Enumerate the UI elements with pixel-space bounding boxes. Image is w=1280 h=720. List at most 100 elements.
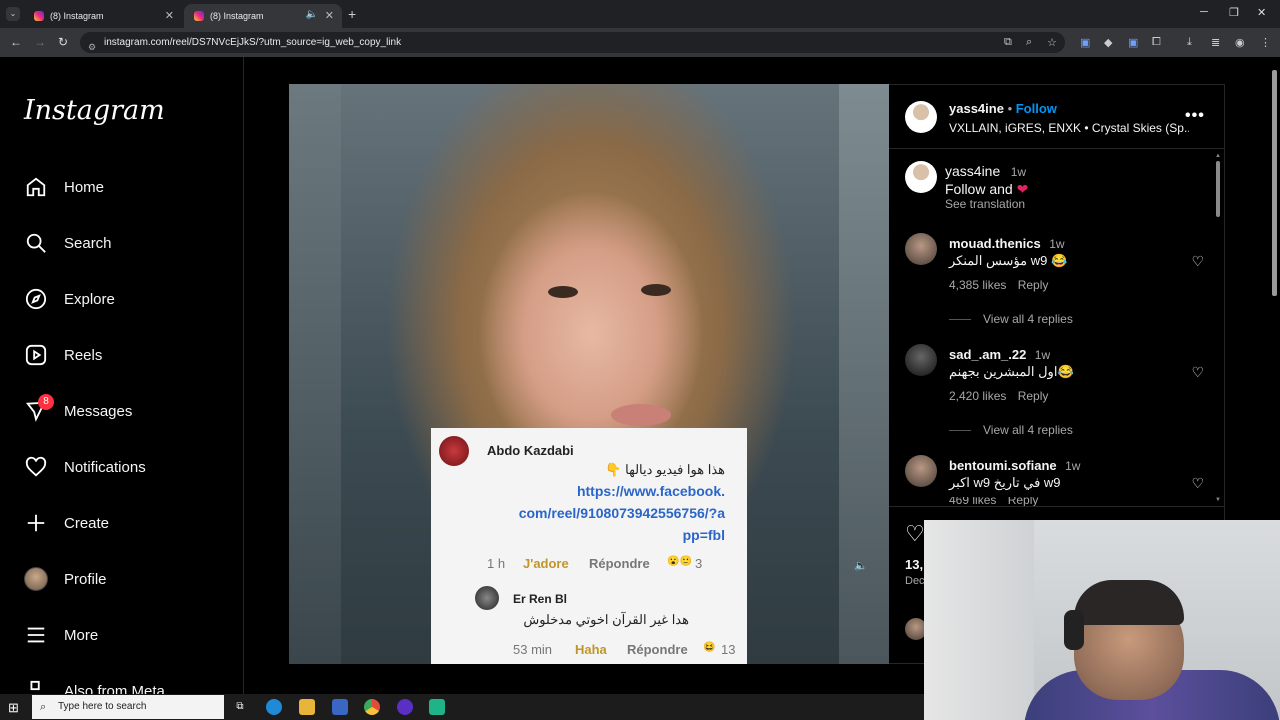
download-icon[interactable]: ⤓ — [1187, 36, 1192, 49]
edge-icon[interactable] — [266, 699, 282, 715]
sidebar-item-profile[interactable]: Profile — [24, 565, 107, 593]
compass-icon — [24, 287, 48, 311]
comment-username[interactable]: sad_.am_.22 — [949, 347, 1026, 362]
close-window-icon[interactable]: ✕ — [1257, 6, 1266, 19]
zoom-icon[interactable]: ⌕ — [1026, 36, 1032, 49]
address-bar[interactable]: ⚙ instagram.com/reel/DS7NVcEjJkS/?utm_so… — [80, 32, 1065, 53]
caption-username[interactable]: yass4ine — [945, 163, 1000, 179]
new-tab-button[interactable]: + — [348, 6, 356, 22]
extension-icon[interactable]: ◆ — [1104, 36, 1112, 49]
install-app-icon[interactable]: ⧉ — [1004, 36, 1012, 49]
tab-search-chevron-icon[interactable]: ⌄ — [6, 7, 20, 21]
sidebar-item-notifications[interactable]: Notifications — [24, 453, 146, 481]
reply-button[interactable]: Reply — [1018, 278, 1049, 292]
comment-link-line: com/reel/9108073942556756/?a — [518, 505, 725, 521]
more-options-icon[interactable]: ••• — [1185, 107, 1205, 125]
author-username[interactable]: yass4ine — [949, 101, 1004, 116]
follow-button[interactable]: Follow — [1016, 101, 1057, 116]
view-replies-button[interactable]: View all 4 replies — [949, 312, 1073, 326]
sidebar-item-home[interactable]: Home — [24, 173, 104, 201]
scroll-down-icon[interactable]: ▼ — [1215, 497, 1221, 503]
like-comment-icon[interactable]: ♡ — [1191, 253, 1204, 270]
sidebar-item-explore[interactable]: Explore — [24, 285, 115, 313]
reply-button[interactable]: Reply — [1018, 389, 1049, 403]
webcam-person — [1064, 610, 1084, 650]
comment-likes[interactable]: 469 likes — [949, 497, 996, 506]
comment-text: هدا غير القرآن اخوتي مدخلوش — [523, 612, 689, 627]
plus-icon — [24, 511, 48, 535]
reel-video[interactable]: Abdo Kazdabi هذا هوا فيديو ديالها 👇 http… — [289, 84, 889, 664]
close-tab-icon[interactable]: ✕ — [325, 9, 334, 22]
taskbar-search-placeholder: Type here to search — [58, 701, 147, 712]
taskbar-search-box[interactable]: ⌕ Type here to search — [32, 695, 224, 719]
search-icon — [24, 231, 48, 255]
site-info-icon[interactable]: ⚙ — [88, 37, 96, 58]
reply-button[interactable]: Reply — [1008, 497, 1039, 506]
audio-playing-icon[interactable]: 🔈 — [306, 9, 318, 20]
comment-link-line: https://www.facebook. — [576, 483, 725, 499]
discord-icon[interactable] — [397, 699, 413, 715]
divider — [889, 506, 1225, 507]
caption-header: yass4ine 1w — [945, 163, 1026, 181]
messenger-icon: 8 — [24, 394, 54, 423]
avatar[interactable] — [905, 161, 937, 193]
scroll-up-icon[interactable]: ▲ — [1215, 153, 1221, 159]
file-explorer-icon[interactable] — [299, 699, 315, 715]
app-icon[interactable] — [429, 699, 445, 715]
reactions-icon: 😮🙂 — [667, 556, 692, 567]
avatar[interactable] — [905, 455, 937, 487]
view-replies-button[interactable]: View all 4 replies — [949, 423, 1073, 437]
sidebar-item-messages[interactable]: 8 Messages — [24, 394, 132, 425]
audio-attribution[interactable]: VXLLAIN, iGRES, ENXK • Crystal Skies (Sp… — [949, 121, 1189, 135]
profile-icon[interactable]: ◉ — [1235, 36, 1245, 49]
likes-count[interactable]: 13, — [905, 557, 923, 572]
instagram-logo[interactable]: Instagram — [24, 95, 165, 126]
sidebar-item-more[interactable]: More — [24, 621, 98, 649]
sidebar-item-search[interactable]: Search — [24, 229, 112, 257]
windows-start-icon[interactable]: ⊞ — [8, 700, 19, 716]
sidebar-item-reels[interactable]: Reels — [24, 341, 102, 369]
comment-reply: Répondre — [627, 642, 688, 657]
minimize-icon[interactable]: ─ — [1200, 6, 1208, 18]
avatar[interactable] — [905, 233, 937, 265]
comments-scrollbar[interactable] — [1216, 161, 1220, 217]
restore-icon[interactable]: ❐ — [1229, 6, 1239, 19]
comment-username[interactable]: bentoumi.sofiane — [949, 458, 1057, 473]
comment-reaction-count: 3 — [695, 556, 703, 571]
browser-menu-icon[interactable]: ⋮ — [1260, 36, 1271, 49]
audio-toggle-icon[interactable]: 🔈 — [854, 559, 868, 572]
notification-count-badge: 8 — [38, 394, 54, 410]
page-scrollbar[interactable] — [1272, 70, 1277, 296]
store-icon[interactable] — [332, 699, 348, 715]
comment-time: 1 h — [487, 556, 506, 571]
webcam-overlay — [924, 520, 1280, 720]
chrome-icon[interactable] — [364, 699, 380, 715]
avatar[interactable] — [905, 101, 937, 133]
browser-tab[interactable]: (8) Instagram ✕ — [24, 4, 182, 28]
forward-icon[interactable]: → — [34, 35, 46, 49]
home-icon — [24, 175, 48, 199]
back-icon[interactable]: ← — [10, 35, 22, 49]
comment-likes[interactable]: 4,385 likes — [949, 278, 1006, 292]
reading-list-icon[interactable]: ≣ — [1211, 36, 1220, 49]
comment-reply: Répondre — [589, 556, 650, 571]
see-translation-link[interactable]: See translation — [945, 197, 1025, 211]
translate-extension-icon[interactable]: ▣ — [1080, 36, 1090, 49]
like-comment-icon[interactable]: ♡ — [1191, 475, 1204, 492]
heart-icon — [24, 455, 48, 479]
comment-likes[interactable]: 2,420 likes — [949, 389, 1006, 403]
avatar[interactable] — [905, 344, 937, 376]
task-view-icon[interactable]: ⧉ — [232, 699, 248, 715]
like-comment-icon[interactable]: ♡ — [1191, 364, 1204, 381]
close-tab-icon[interactable]: ✕ — [165, 9, 174, 22]
bookmark-star-icon[interactable]: ☆ — [1047, 36, 1057, 49]
like-post-icon[interactable]: ♡ — [905, 521, 925, 547]
reload-icon[interactable]: ↻ — [58, 35, 68, 49]
avatar — [24, 567, 48, 591]
comment-username[interactable]: mouad.thenics — [949, 236, 1041, 251]
comment-text: اول المبشرين بجهنم😂 — [949, 364, 1074, 379]
browser-tab-active[interactable]: (8) Instagram 🔈 ✕ — [184, 4, 342, 28]
extension-icon[interactable]: ▣ — [1128, 36, 1138, 49]
extensions-puzzle-icon[interactable]: ⧠ — [1152, 36, 1161, 49]
sidebar-item-create[interactable]: Create — [24, 509, 109, 537]
